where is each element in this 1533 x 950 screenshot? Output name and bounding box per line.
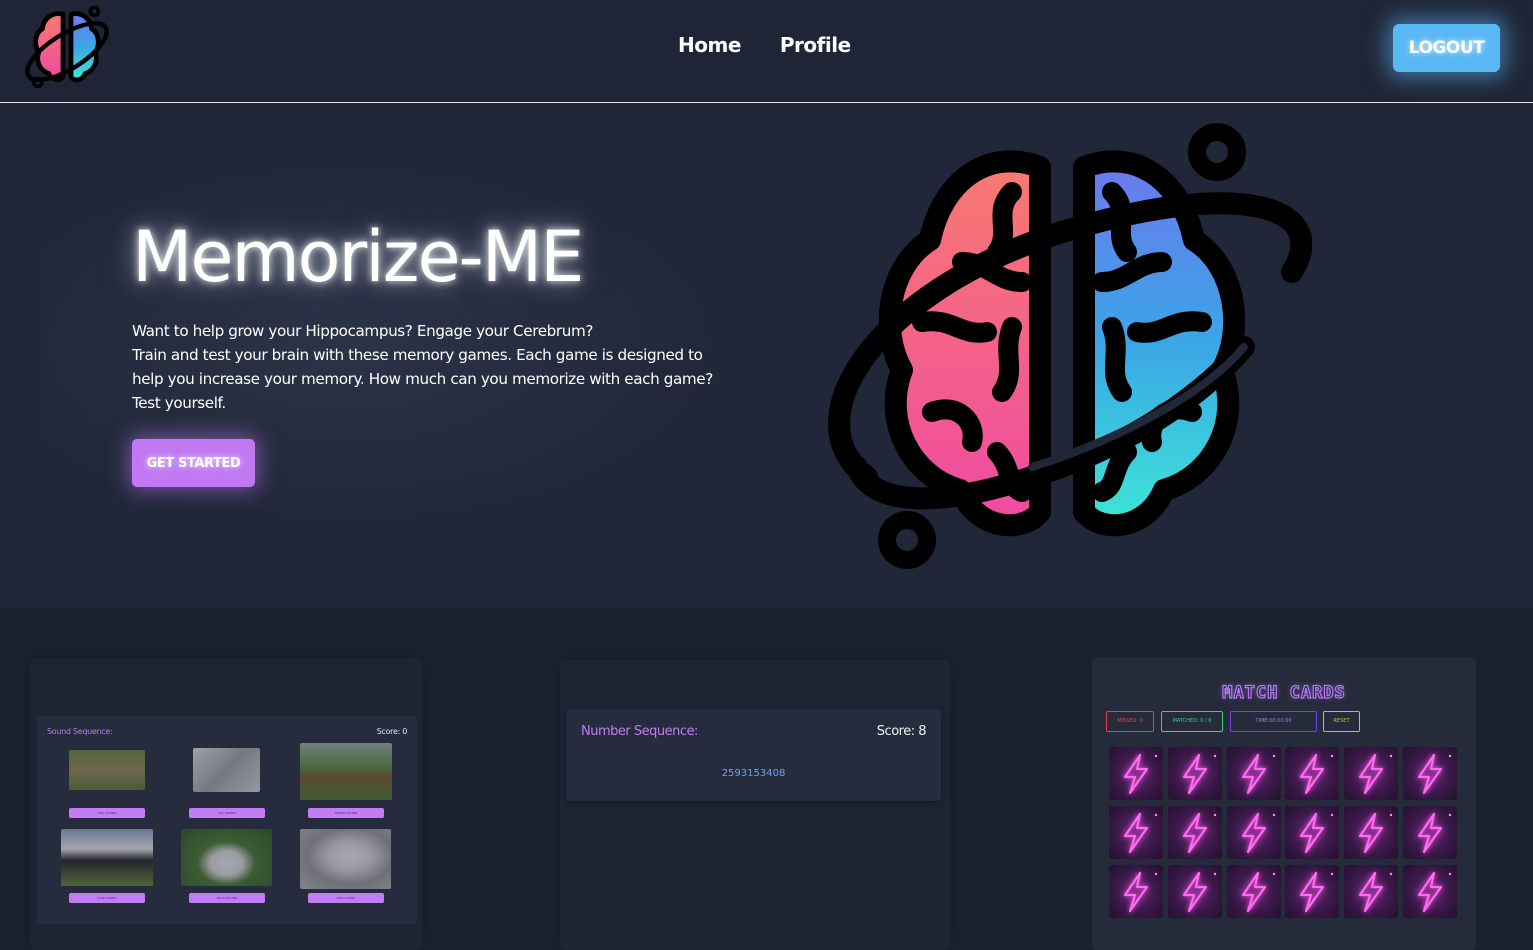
number-game-card[interactable]: [560, 660, 950, 950]
number-sequence-title: Number Sequence:: [581, 724, 698, 739]
lightning-icon: [1359, 753, 1393, 795]
duck-sound-button[interactable]: DUCK SOUND: [189, 893, 265, 903]
match-card-tile[interactable]: [1403, 747, 1457, 800]
nav-links: Home Profile: [678, 33, 851, 57]
logout-button[interactable]: LOGOUT: [1393, 24, 1500, 72]
reset-button[interactable]: RESET: [1323, 711, 1360, 732]
lightning-icon: [1359, 871, 1393, 913]
cat-sound-button[interactable]: CAT SOUND: [189, 808, 265, 818]
navbar: Home Profile LOGOUT: [0, 0, 1533, 103]
match-card-tile[interactable]: [1109, 806, 1163, 859]
match-card-tile[interactable]: [1109, 747, 1163, 800]
match-card-tile[interactable]: [1285, 865, 1340, 918]
lightning-icon: [1241, 753, 1275, 795]
match-card-tile[interactable]: [1167, 865, 1222, 918]
dog-image: [69, 750, 145, 790]
lightning-icon: [1123, 812, 1158, 854]
lightning-icon: [1417, 871, 1452, 913]
lightning-icon: [1182, 812, 1216, 854]
lightning-icon: [1300, 871, 1334, 913]
match-card-tile[interactable]: [1109, 865, 1163, 918]
match-cards-card[interactable]: MATCH CARDS MISSED: 0 MATCHED: 0 / 0 TIM…: [1092, 657, 1476, 950]
hero-title: Memorize-ME: [132, 216, 584, 298]
brain-logo-icon[interactable]: [20, 6, 114, 88]
match-card-tile[interactable]: [1403, 806, 1457, 859]
lightning-icon: [1417, 753, 1452, 795]
horse-image: [300, 743, 392, 800]
sound-sequence-score: Score: 0: [376, 727, 408, 736]
owl-image: [300, 829, 391, 889]
number-sequence-score: Score: 8: [876, 724, 927, 739]
nav-link-profile[interactable]: Profile: [780, 33, 851, 57]
match-card-tile[interactable]: [1344, 806, 1399, 859]
match-card-tile[interactable]: [1344, 865, 1399, 918]
matched-counter: MATCHED: 0 / 0: [1161, 711, 1223, 732]
hero-desc-line-1: Want to help grow your Hippocampus? Enga…: [132, 322, 594, 340]
number-sequence-panel[interactable]: Number Sequence: Score: 8 2593153408: [566, 709, 941, 801]
match-card-tile[interactable]: [1285, 747, 1340, 800]
lightning-icon: [1182, 871, 1216, 913]
get-started-button[interactable]: GET STARTED: [132, 439, 255, 487]
lightning-icon: [1241, 871, 1275, 913]
match-card-tile[interactable]: [1167, 806, 1222, 859]
lightning-icon: [1300, 812, 1334, 854]
brain-planet-logo-icon: [828, 123, 1312, 569]
match-card-tile[interactable]: [1167, 747, 1222, 800]
cow-sound-button[interactable]: COW SOUND: [69, 893, 145, 903]
hero-section: Memorize-ME Want to help grow your Hippo…: [0, 104, 1533, 608]
nav-link-home[interactable]: Home: [678, 33, 741, 57]
dog-sound-button[interactable]: DOG SOUND: [69, 808, 145, 818]
horse-sound-button[interactable]: HORSE SOUND: [308, 808, 384, 818]
lightning-icon: [1182, 753, 1216, 795]
match-card-tile[interactable]: [1226, 806, 1281, 859]
lightning-icon: [1300, 753, 1334, 795]
sound-sequence-title: Sound Sequence:: [47, 727, 113, 736]
match-card-tile[interactable]: [1403, 865, 1457, 918]
missed-counter: MISSED: 0: [1106, 711, 1154, 732]
number-sequence-value: 2593153408: [721, 768, 786, 779]
owl-sound-button[interactable]: OWL SOUND: [308, 893, 384, 903]
sound-sequence-panel[interactable]: Sound Sequence: Score: 0 DOG SOUND CAT S…: [37, 716, 417, 924]
match-cards-title: MATCH CARDS: [1222, 682, 1346, 703]
lightning-icon: [1241, 812, 1275, 854]
match-card-tile[interactable]: [1285, 806, 1340, 859]
timer: TIME:00:00:00: [1230, 711, 1317, 732]
lightning-icon: [1417, 812, 1452, 854]
hero-desc-line-2: Train and test your brain with these mem…: [132, 346, 713, 412]
duck-image: [181, 829, 272, 886]
match-card-tile[interactable]: [1344, 747, 1399, 800]
lightning-icon: [1123, 753, 1158, 795]
match-card-tile[interactable]: [1226, 747, 1281, 800]
lightning-icon: [1123, 871, 1158, 913]
cow-image: [61, 829, 153, 886]
lightning-icon: [1359, 812, 1393, 854]
cat-image: [193, 748, 260, 792]
hero-description: Want to help grow your Hippocampus? Enga…: [132, 319, 732, 415]
match-card-tile[interactable]: [1226, 865, 1281, 918]
